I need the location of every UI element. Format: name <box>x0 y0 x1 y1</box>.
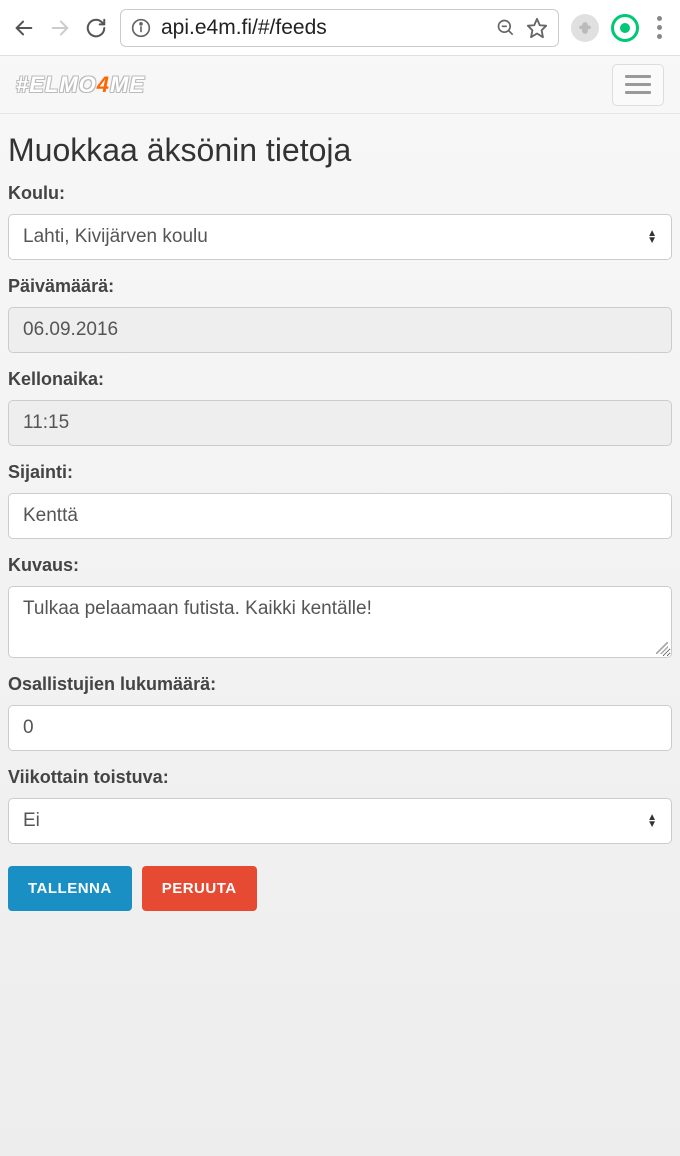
page-title: Muokkaa äksönin tietoja <box>8 122 672 183</box>
reload-button[interactable] <box>84 16 108 40</box>
location-label: Sijainti: <box>8 462 672 483</box>
address-bar[interactable]: api.e4m.fi/#/feeds <box>120 9 559 47</box>
url-text: api.e4m.fi/#/feeds <box>161 16 486 40</box>
school-select[interactable]: Lahti, Kivijärven koulu ▲▼ <box>8 214 672 260</box>
participants-input[interactable]: 0 <box>8 705 672 751</box>
info-icon <box>131 18 151 38</box>
location-input[interactable]: Kenttä <box>8 493 672 539</box>
date-label: Päivämäärä: <box>8 276 672 297</box>
forward-button <box>48 16 72 40</box>
app-navbar: #ELMO4ME <box>0 56 680 114</box>
participants-label: Osallistujien lukumäärä: <box>8 674 672 695</box>
browser-menu-button[interactable] <box>651 16 668 39</box>
description-label: Kuvaus: <box>8 555 672 576</box>
extension-green-icon[interactable] <box>611 14 639 42</box>
main-content: Muokkaa äksönin tietoja Koulu: Lahti, Ki… <box>0 114 680 931</box>
weekly-select[interactable]: Ei ▲▼ <box>8 798 672 844</box>
back-button[interactable] <box>12 16 36 40</box>
star-icon[interactable] <box>526 17 548 39</box>
menu-toggle-button[interactable] <box>612 64 664 106</box>
time-label: Kellonaika: <box>8 369 672 390</box>
chevron-updown-icon: ▲▼ <box>647 230 657 244</box>
chevron-updown-icon: ▲▼ <box>647 814 657 828</box>
extension-icon[interactable] <box>571 14 599 42</box>
cancel-button[interactable]: PERUUTA <box>142 866 257 911</box>
time-field[interactable]: 11:15 <box>8 400 672 446</box>
school-label: Koulu: <box>8 183 672 204</box>
date-field[interactable]: 06.09.2016 <box>8 307 672 353</box>
app-logo[interactable]: #ELMO4ME <box>16 72 145 98</box>
browser-toolbar: api.e4m.fi/#/feeds <box>0 0 680 56</box>
zoom-out-icon[interactable] <box>496 18 516 38</box>
weekly-label: Viikottain toistuva: <box>8 767 672 788</box>
description-textarea[interactable] <box>8 586 672 658</box>
save-button[interactable]: TALLENNA <box>8 866 132 911</box>
